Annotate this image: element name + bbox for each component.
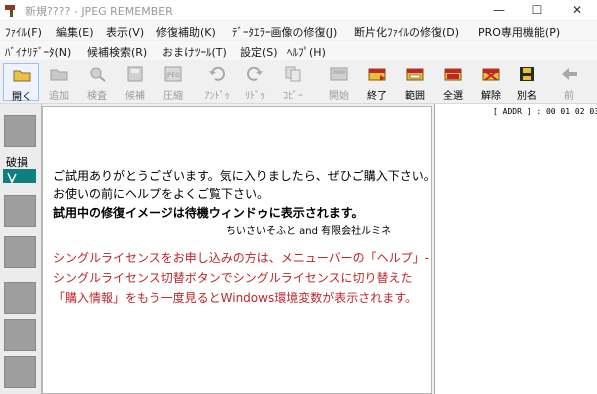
toolbar-save-as-button[interactable]: 別名 xyxy=(509,63,545,102)
hex-panel[interactable]: [ ADDR ] : 00 01 02 03 04 xyxy=(434,104,597,394)
menu-pro[interactable]: PRO専用機能(P) xyxy=(478,24,560,40)
menu-bar-row1: ﾌｧｲﾙ(F) 編集(E) 表示(V) 修復補助(K) ﾃﾞｰﾀｴﾗｰ画像の修復… xyxy=(0,21,597,40)
menu-view[interactable]: 表示(V) xyxy=(106,24,144,40)
thumbnail-slot[interactable] xyxy=(4,236,36,268)
toolbar-start-button[interactable]: 開始 xyxy=(321,63,357,102)
message-red-line-1: シングルライセンスをお申し込みの方は、メニューバーの「ヘルプ」- xyxy=(53,251,429,265)
menu-fragment-repair[interactable]: 断片化ﾌｧｲﾙの修復(D) xyxy=(354,24,459,40)
toolbar-range-button[interactable]: 範囲 xyxy=(397,63,433,102)
toolbar-add-button[interactable]: 追加 xyxy=(41,63,77,102)
jpeg-compress-icon: JPEG xyxy=(164,66,182,82)
menu-help[interactable]: ﾍﾙﾌﾟ(H) xyxy=(287,44,326,60)
thumbnail-strip: 破損 xyxy=(0,104,42,394)
menu-settings[interactable]: 設定(S) xyxy=(240,44,278,60)
undo-icon xyxy=(209,66,225,81)
toolbar: 開く 追加 検査 候補 JPEG 圧縮 ｱﾝﾄﾞｩ ﾘﾄﾞｩ ｺﾋﾟｰ 開始 終… xyxy=(0,61,597,104)
hex-header: [ ADDR ] : 00 01 02 03 04 xyxy=(493,107,597,116)
thumbnail-slot[interactable] xyxy=(4,115,36,147)
inspect-icon xyxy=(90,67,106,82)
candidate-icon xyxy=(127,66,143,82)
range-icon xyxy=(406,68,424,81)
menu-extra-tools[interactable]: おまけﾂｰﾙ(T) xyxy=(162,44,227,60)
menu-binary-data[interactable]: ﾊﾞｲﾅﾘﾃﾞｰﾀ(N) xyxy=(5,44,71,60)
toolbar-back-button[interactable]: 前 xyxy=(551,63,587,102)
select-all-icon xyxy=(444,68,462,81)
minimize-button[interactable]: — xyxy=(480,0,518,20)
message-red-line-3: 「購入情報」をもう一度見るとWindows環境変数が表示されます。 xyxy=(53,291,418,305)
svg-text:JPEG: JPEG xyxy=(165,72,180,79)
thumbnail-slot[interactable] xyxy=(4,356,36,388)
title-bar: 新規???? - JPEG REMEMBER — ☐ ✕ xyxy=(0,0,597,20)
start-icon xyxy=(330,67,348,81)
message-line-thanks: ご試用ありがとうございます。気に入りましたら、ぜひご購入下さい。 xyxy=(53,169,436,183)
thumbnail-slot[interactable] xyxy=(4,282,36,314)
message-line-help: お使いの前にヘルプをよくご覧下さい。 xyxy=(53,187,270,201)
save-as-icon xyxy=(520,67,534,81)
copy-icon xyxy=(285,66,301,82)
toolbar-end-button[interactable]: 終了 xyxy=(359,63,395,102)
menu-edit[interactable]: 編集(E) xyxy=(56,24,94,40)
app-hammer-icon xyxy=(5,5,15,17)
toolbar-undo-button[interactable]: ｱﾝﾄﾞｩ xyxy=(199,63,235,102)
message-red-line-2: シングルライセンス切替ボタンでシングルライセンスに切り替えた xyxy=(53,271,413,285)
toolbar-select-all-button[interactable]: 全選 xyxy=(435,63,471,102)
thumbnail-slot[interactable] xyxy=(4,195,36,227)
message-panel: ご試用ありがとうございます。気に入りましたら、ぜひご購入下さい。 お使いの前にヘ… xyxy=(42,106,436,394)
toolbar-deselect-button[interactable]: 解除 xyxy=(473,63,509,102)
menu-candidate-search[interactable]: 候補検索(R) xyxy=(87,44,147,60)
toolbar-inspect-button[interactable]: 検査 xyxy=(79,63,115,102)
redo-icon xyxy=(247,66,263,81)
toolbar-copy-button[interactable]: ｺﾋﾟｰ xyxy=(275,63,311,102)
menu-bar-row2: ﾊﾞｲﾅﾘﾃﾞｰﾀ(N) 候補検索(R) おまけﾂｰﾙ(T) 設定(S) ﾍﾙﾌ… xyxy=(0,41,597,60)
add-icon xyxy=(50,69,68,81)
end-icon xyxy=(368,68,386,81)
back-arrow-icon xyxy=(562,68,577,80)
toolbar-compress-button[interactable]: JPEG 圧縮 xyxy=(155,63,191,102)
damaged-mark-icon xyxy=(7,172,17,184)
open-folder-icon xyxy=(13,70,31,82)
message-line-trial: 試用中の修復イメージは待機ウィンドゥに表示されます。 xyxy=(53,206,364,220)
menu-file[interactable]: ﾌｧｲﾙ(F) xyxy=(5,24,42,40)
toolbar-redo-button[interactable]: ﾘﾄﾞｩ xyxy=(237,63,273,102)
toolbar-open-button[interactable]: 開く xyxy=(3,63,39,103)
menu-data-error-repair[interactable]: ﾃﾞｰﾀｴﾗｰ画像の修復(J) xyxy=(232,24,337,40)
maximize-button[interactable]: ☐ xyxy=(518,0,556,20)
thumbnail-slot[interactable] xyxy=(4,319,36,351)
damaged-label: 破損 xyxy=(6,156,28,169)
menu-repair-assist[interactable]: 修復補助(K) xyxy=(156,24,216,40)
toolbar-candidate-button[interactable]: 候補 xyxy=(117,63,153,102)
damaged-thumbnail[interactable] xyxy=(3,169,36,184)
window-title: 新規???? - JPEG REMEMBER xyxy=(25,5,173,18)
message-line-company: ちいさいそふと and 有限会社ルミネ xyxy=(226,226,392,237)
close-button[interactable]: ✕ xyxy=(558,0,596,20)
deselect-icon xyxy=(482,68,500,81)
